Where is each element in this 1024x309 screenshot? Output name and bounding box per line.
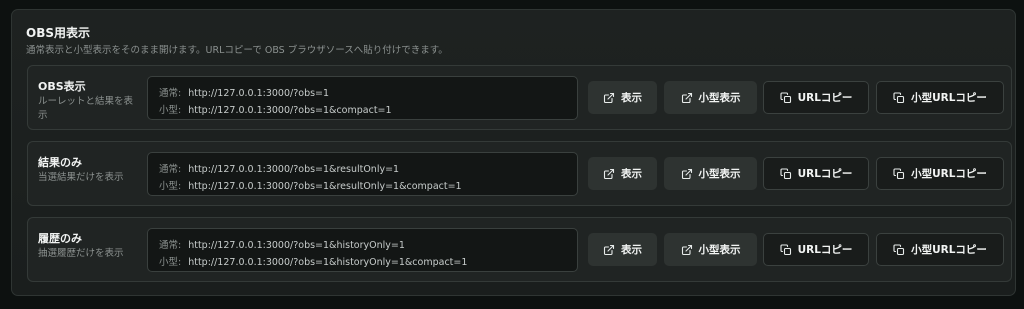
compact-url-label: 小型: <box>159 257 182 268</box>
compact-url[interactable]: http://127.0.0.1:3000/?obs=1&compact=1 <box>188 105 391 116</box>
normal-url-label: 通常: <box>159 240 182 251</box>
obs-row-obs: OBS表示 ルーレットと結果を表示 通常: http://127.0.0.1:30… <box>27 65 1012 130</box>
normal-url[interactable]: http://127.0.0.1:3000/?obs=1&resultOnly=… <box>188 164 399 175</box>
normal-url-line[interactable]: 通常: http://127.0.0.1:3000/?obs=1&historyO… <box>159 237 405 251</box>
normal-url-label: 通常: <box>159 164 182 175</box>
open-compact-button-label: 小型表示 <box>698 244 741 256</box>
open-button[interactable]: 表示 <box>588 157 657 190</box>
copy-url-button-label: URLコピー <box>797 168 853 180</box>
normal-url-line[interactable]: 通常: http://127.0.0.1:3000/?obs=1 <box>159 85 329 99</box>
copy-url-button[interactable]: URLコピー <box>763 157 869 190</box>
copy-compact-url-button[interactable]: 小型URLコピー <box>876 157 1004 190</box>
open-button-label: 表示 <box>621 168 642 180</box>
external-link-icon <box>603 92 615 103</box>
panel-title: OBS用表示 <box>26 26 90 40</box>
external-link-icon <box>681 244 692 255</box>
url-box: 通常: http://127.0.0.1:3000/?obs=1&historyO… <box>147 228 578 272</box>
normal-url[interactable]: http://127.0.0.1:3000/?obs=1&historyOnly… <box>188 240 405 251</box>
copy-icon <box>893 167 905 179</box>
row-title: 結果のみ <box>38 156 82 169</box>
external-link-icon <box>603 168 615 179</box>
url-box: 通常: http://127.0.0.1:3000/?obs=1&resultOn… <box>147 152 578 196</box>
compact-url-line[interactable]: 小型: http://127.0.0.1:3000/?obs=1&resultOn… <box>159 178 462 192</box>
open-button[interactable]: 表示 <box>588 233 657 266</box>
external-link-icon <box>681 92 692 103</box>
open-compact-button[interactable]: 小型表示 <box>664 81 757 114</box>
obs-row-history-only: 履歴のみ 抽選履歴だけを表示 通常: http://127.0.0.1:3000/… <box>27 217 1012 282</box>
open-compact-button[interactable]: 小型表示 <box>664 157 757 190</box>
compact-url-line[interactable]: 小型: http://127.0.0.1:3000/?obs=1&historyO… <box>159 254 467 268</box>
row-title: 履歴のみ <box>38 232 82 245</box>
obs-row-result-only: 結果のみ 当選結果だけを表示 通常: http://127.0.0.1:3000/… <box>27 141 1012 206</box>
row-description: 抽選履歴だけを表示 <box>38 248 124 259</box>
compact-url-line[interactable]: 小型: http://127.0.0.1:3000/?obs=1&compact=… <box>159 102 392 116</box>
compact-url[interactable]: http://127.0.0.1:3000/?obs=1&resultOnly=… <box>188 181 461 192</box>
copy-icon <box>893 243 905 255</box>
copy-compact-url-button-label: 小型URLコピー <box>911 244 987 256</box>
copy-icon <box>780 167 791 179</box>
external-link-icon <box>681 168 692 179</box>
url-box: 通常: http://127.0.0.1:3000/?obs=1 小型: http:… <box>147 76 578 120</box>
normal-url[interactable]: http://127.0.0.1:3000/?obs=1 <box>188 88 329 99</box>
open-compact-button-label: 小型表示 <box>698 92 741 104</box>
open-button-label: 表示 <box>621 244 642 256</box>
copy-icon <box>893 91 905 103</box>
copy-compact-url-button[interactable]: 小型URLコピー <box>876 81 1004 114</box>
copy-url-button-label: URLコピー <box>797 244 853 256</box>
compact-url-label: 小型: <box>159 181 182 192</box>
normal-url-label: 通常: <box>159 88 182 99</box>
copy-icon <box>780 91 791 103</box>
open-button-label: 表示 <box>621 92 642 104</box>
panel-description: 通常表示と小型表示をそのまま開けます。URLコピーで OBS ブラウザソースへ貼… <box>26 45 448 56</box>
external-link-icon <box>603 244 615 255</box>
open-compact-button[interactable]: 小型表示 <box>664 233 757 266</box>
copy-compact-url-button-label: 小型URLコピー <box>911 92 987 104</box>
compact-url[interactable]: http://127.0.0.1:3000/?obs=1&historyOnly… <box>188 257 467 268</box>
copy-compact-url-button[interactable]: 小型URLコピー <box>876 233 1004 266</box>
row-description: ルーレットと結果を表示 <box>38 96 134 121</box>
row-title: OBS表示 <box>38 80 86 93</box>
open-button[interactable]: 表示 <box>588 81 657 114</box>
copy-icon <box>780 243 791 255</box>
row-description: 当選結果だけを表示 <box>38 172 124 183</box>
compact-url-label: 小型: <box>159 105 182 116</box>
copy-url-button-label: URLコピー <box>797 92 853 104</box>
obs-display-panel: OBS用表示 通常表示と小型表示をそのまま開けます。URLコピーで OBS ブラ… <box>11 9 1016 296</box>
normal-url-line[interactable]: 通常: http://127.0.0.1:3000/?obs=1&resultOn… <box>159 161 399 175</box>
copy-url-button[interactable]: URLコピー <box>763 233 869 266</box>
open-compact-button-label: 小型表示 <box>698 168 741 180</box>
copy-compact-url-button-label: 小型URLコピー <box>911 168 987 180</box>
copy-url-button[interactable]: URLコピー <box>763 81 869 114</box>
